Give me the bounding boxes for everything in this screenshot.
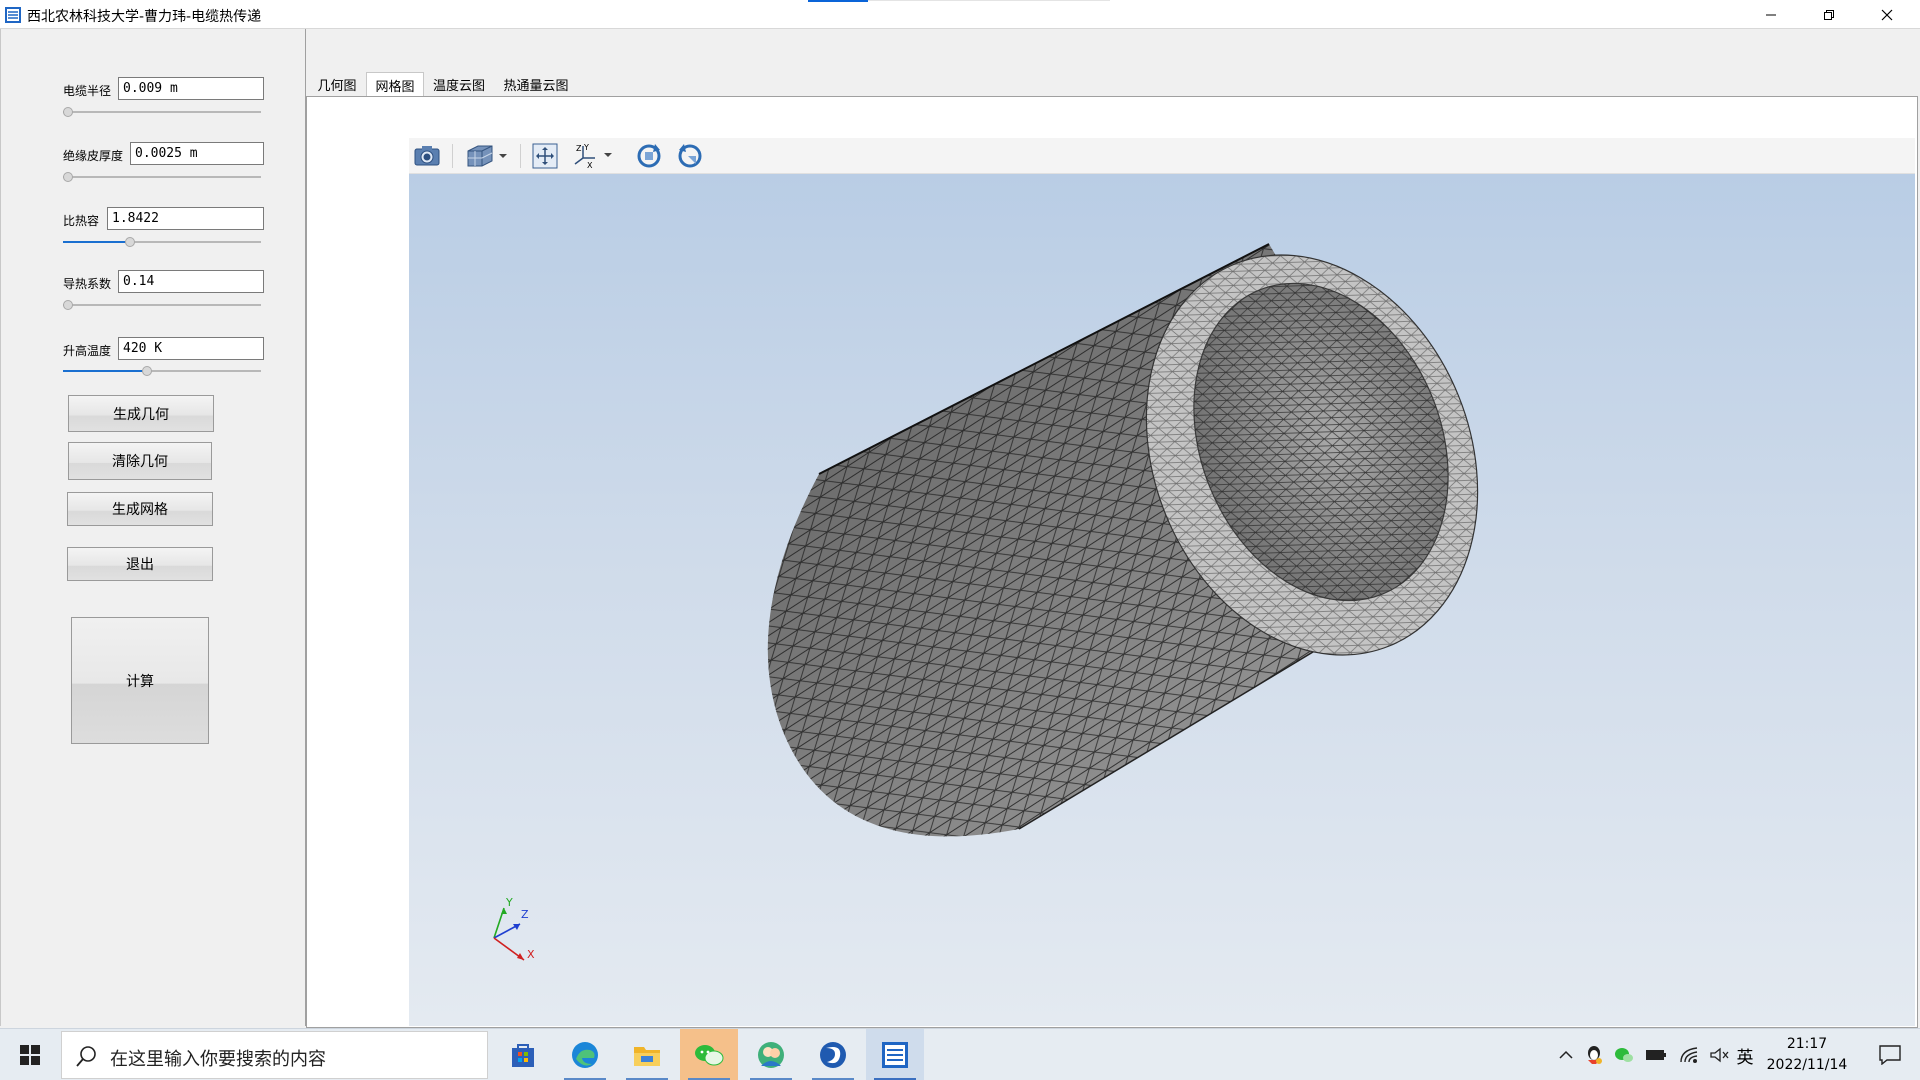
temperature-rise-input[interactable]: [118, 337, 264, 360]
tray-wechat[interactable]: [1612, 1029, 1636, 1080]
app-icon: [5, 7, 21, 23]
axis-triad: Y Z X: [493, 896, 535, 961]
taskbar-clock[interactable]: 21:17 2022/11/14: [1757, 1034, 1857, 1076]
chevron-up-icon: [1559, 1050, 1573, 1059]
rotate-ccw-icon[interactable]: [675, 142, 705, 170]
tray-ime[interactable]: 英: [1734, 1029, 1756, 1080]
store-icon: [512, 1044, 534, 1067]
param-label-conductivity: 导热系数: [63, 277, 112, 291]
param-label-specific-heat: 比热容: [63, 214, 100, 228]
search-placeholder: 在这里输入你要搜索的内容: [110, 1049, 326, 1070]
tray-network[interactable]: [1676, 1029, 1702, 1080]
temperature-rise-slider[interactable]: [63, 364, 261, 378]
cable-mesh-render: Y Z X: [493, 243, 1479, 961]
compute-button[interactable]: 计算: [71, 617, 209, 744]
start-button[interactable]: [2, 1029, 58, 1080]
tray-battery[interactable]: [1642, 1029, 1670, 1080]
axes-icon[interactable]: YZX: [570, 142, 616, 170]
notification-center[interactable]: [1866, 1029, 1914, 1080]
wechat-tray-icon: [1615, 1048, 1633, 1062]
rotate-cw-icon[interactable]: [634, 142, 664, 170]
insulation-thickness-slider[interactable]: [63, 170, 261, 184]
taskbar-explorer[interactable]: [618, 1029, 676, 1080]
param-label-cable-radius: 电缆半径: [63, 84, 112, 98]
windows-start-icon: [20, 1045, 40, 1065]
thermal-conductivity-input[interactable]: [118, 270, 264, 293]
parameter-panel: 电缆半径 绝缘皮厚度 比热容 导热系数 升高温度 生成几何 清除几何 生成网格 …: [0, 29, 306, 1026]
axis-label-z: Z: [521, 908, 529, 921]
title-accent: [808, 0, 868, 2]
title-bar: 西北农林科技大学-曹力玮-电缆热传递: [0, 0, 1920, 29]
cable-app-icon: [882, 1042, 908, 1068]
taskbar-store[interactable]: [494, 1029, 552, 1080]
title-accent-line: [868, 0, 1110, 1]
clear-geometry-button[interactable]: 清除几何: [68, 442, 212, 480]
taskbar-wechat[interactable]: [680, 1029, 738, 1080]
taskbar: 在这里输入你要搜索的内容 英 21:17 2022/11/14: [0, 1028, 1920, 1080]
thermal-conductivity-slider[interactable]: [63, 298, 261, 312]
wechat-icon: [695, 1045, 724, 1066]
tab-geometry[interactable]: 几何图: [310, 72, 364, 96]
app-swirl-icon: [820, 1042, 846, 1068]
window-title: 西北农林科技大学-曹力玮-电缆热传递: [27, 9, 262, 25]
people-icon: [758, 1042, 784, 1068]
clock-time: 21:17: [1786, 1036, 1828, 1052]
exit-button[interactable]: 退出: [67, 547, 213, 581]
search-icon: [76, 1046, 96, 1067]
minimize-button[interactable]: [1742, 0, 1800, 29]
svg-text:Z: Z: [576, 144, 582, 153]
taskbar-people[interactable]: [742, 1029, 800, 1080]
taskbar-edge[interactable]: [556, 1029, 614, 1080]
view-cube-icon[interactable]: [462, 142, 510, 170]
volume-muted-icon: [1710, 1047, 1729, 1063]
battery-icon: [1646, 1050, 1666, 1060]
svg-text:X: X: [587, 161, 593, 170]
mesh-viewport[interactable]: Y Z X: [409, 174, 1915, 1026]
tray-volume[interactable]: [1706, 1029, 1732, 1080]
close-button[interactable]: [1858, 0, 1916, 29]
fit-all-icon[interactable]: [530, 142, 560, 170]
param-label-insulation: 绝缘皮厚度: [63, 149, 124, 163]
cable-radius-slider[interactable]: [63, 105, 261, 119]
tab-temperature[interactable]: 温度云图: [426, 72, 492, 96]
minimize-icon: [1766, 14, 1776, 15]
notification-icon: [1879, 1045, 1901, 1065]
svg-text:Y: Y: [583, 143, 589, 152]
explorer-icon: [634, 1047, 660, 1066]
param-label-temp-rise: 升高温度: [63, 344, 112, 358]
viewer-toolbar: YZX: [409, 138, 1915, 174]
clock-date: 2022/11/14: [1766, 1057, 1848, 1073]
qq-icon: [1588, 1046, 1602, 1064]
tray-qq[interactable]: [1582, 1029, 1606, 1080]
taskbar-search[interactable]: 在这里输入你要搜索的内容: [61, 1031, 488, 1079]
taskbar-cable-app[interactable]: [866, 1029, 924, 1080]
wifi-icon: [1680, 1047, 1698, 1063]
insulation-thickness-input[interactable]: [130, 142, 264, 165]
specific-heat-slider[interactable]: [63, 235, 261, 249]
camera-icon[interactable]: [412, 142, 442, 170]
generate-geometry-button[interactable]: 生成几何: [68, 395, 214, 432]
axis-label-x: X: [527, 948, 535, 961]
cable-radius-input[interactable]: [118, 77, 264, 100]
axis-label-y: Y: [505, 896, 513, 909]
restore-icon: [1824, 9, 1834, 20]
generate-mesh-button[interactable]: 生成网格: [67, 492, 213, 526]
close-icon: [1881, 9, 1893, 20]
tab-heat-flux[interactable]: 热通量云图: [496, 72, 576, 96]
specific-heat-input[interactable]: [107, 207, 264, 230]
restore-button[interactable]: [1800, 0, 1858, 29]
tray-overflow[interactable]: [1554, 1029, 1578, 1080]
taskbar-swirl-app[interactable]: [804, 1029, 862, 1080]
edge-icon: [572, 1042, 598, 1068]
tab-mesh[interactable]: 网格图: [366, 72, 424, 97]
